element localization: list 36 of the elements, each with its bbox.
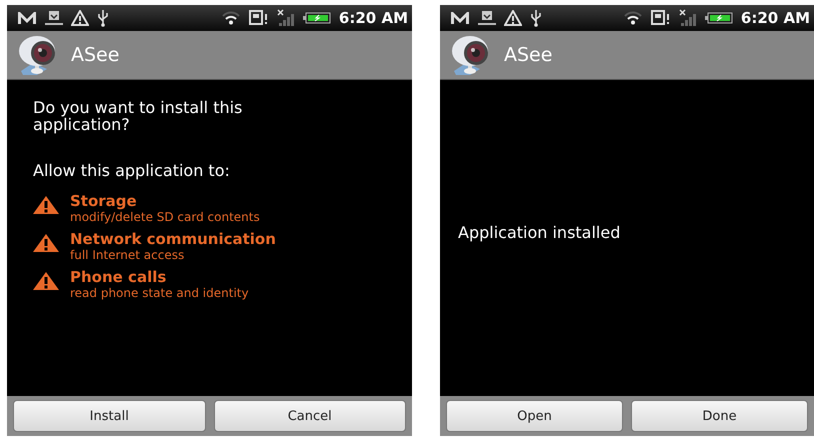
mail-icon (450, 11, 470, 25)
sd-card-icon (650, 10, 671, 26)
app-title: ASee (71, 44, 120, 66)
action-button[interactable]: Open (446, 400, 623, 432)
app-title: ASee (504, 44, 552, 66)
permission-description: read phone state and identity (70, 286, 249, 300)
warning-icon (32, 271, 60, 291)
usb-icon (530, 9, 542, 27)
permission-description: full Internet access (70, 248, 186, 262)
status-time: 6:20 AM (338, 9, 408, 27)
install-question: Do you want to install this application? (33, 99, 244, 133)
permission-name: Storage (70, 192, 138, 210)
download-icon (478, 10, 496, 26)
warning-icon (32, 195, 60, 215)
battery-icon (302, 12, 331, 24)
signal-icon (678, 9, 697, 27)
warning-icon (504, 10, 522, 26)
usb-icon (97, 9, 109, 27)
warning-icon (32, 233, 60, 253)
mail-icon (17, 11, 37, 25)
wifi-icon (622, 11, 643, 25)
permissions-heading: Allow this application to: (33, 161, 231, 180)
status-message: Application installed (458, 223, 622, 242)
action-button[interactable]: Cancel (214, 400, 406, 432)
status-time: 6:20 AM (740, 9, 810, 27)
action-button[interactable]: Done (631, 400, 808, 432)
action-button[interactable]: Install (13, 400, 206, 432)
wifi-icon (220, 11, 241, 25)
permission-description: modify/delete SD card contents (70, 210, 260, 224)
warning-icon (71, 10, 89, 26)
sd-card-icon (248, 10, 269, 26)
permission-name: Network communication (70, 230, 276, 248)
battery-icon (704, 12, 733, 24)
permission-name: Phone calls (70, 268, 168, 286)
download-icon (45, 10, 63, 26)
signal-icon (276, 9, 295, 27)
